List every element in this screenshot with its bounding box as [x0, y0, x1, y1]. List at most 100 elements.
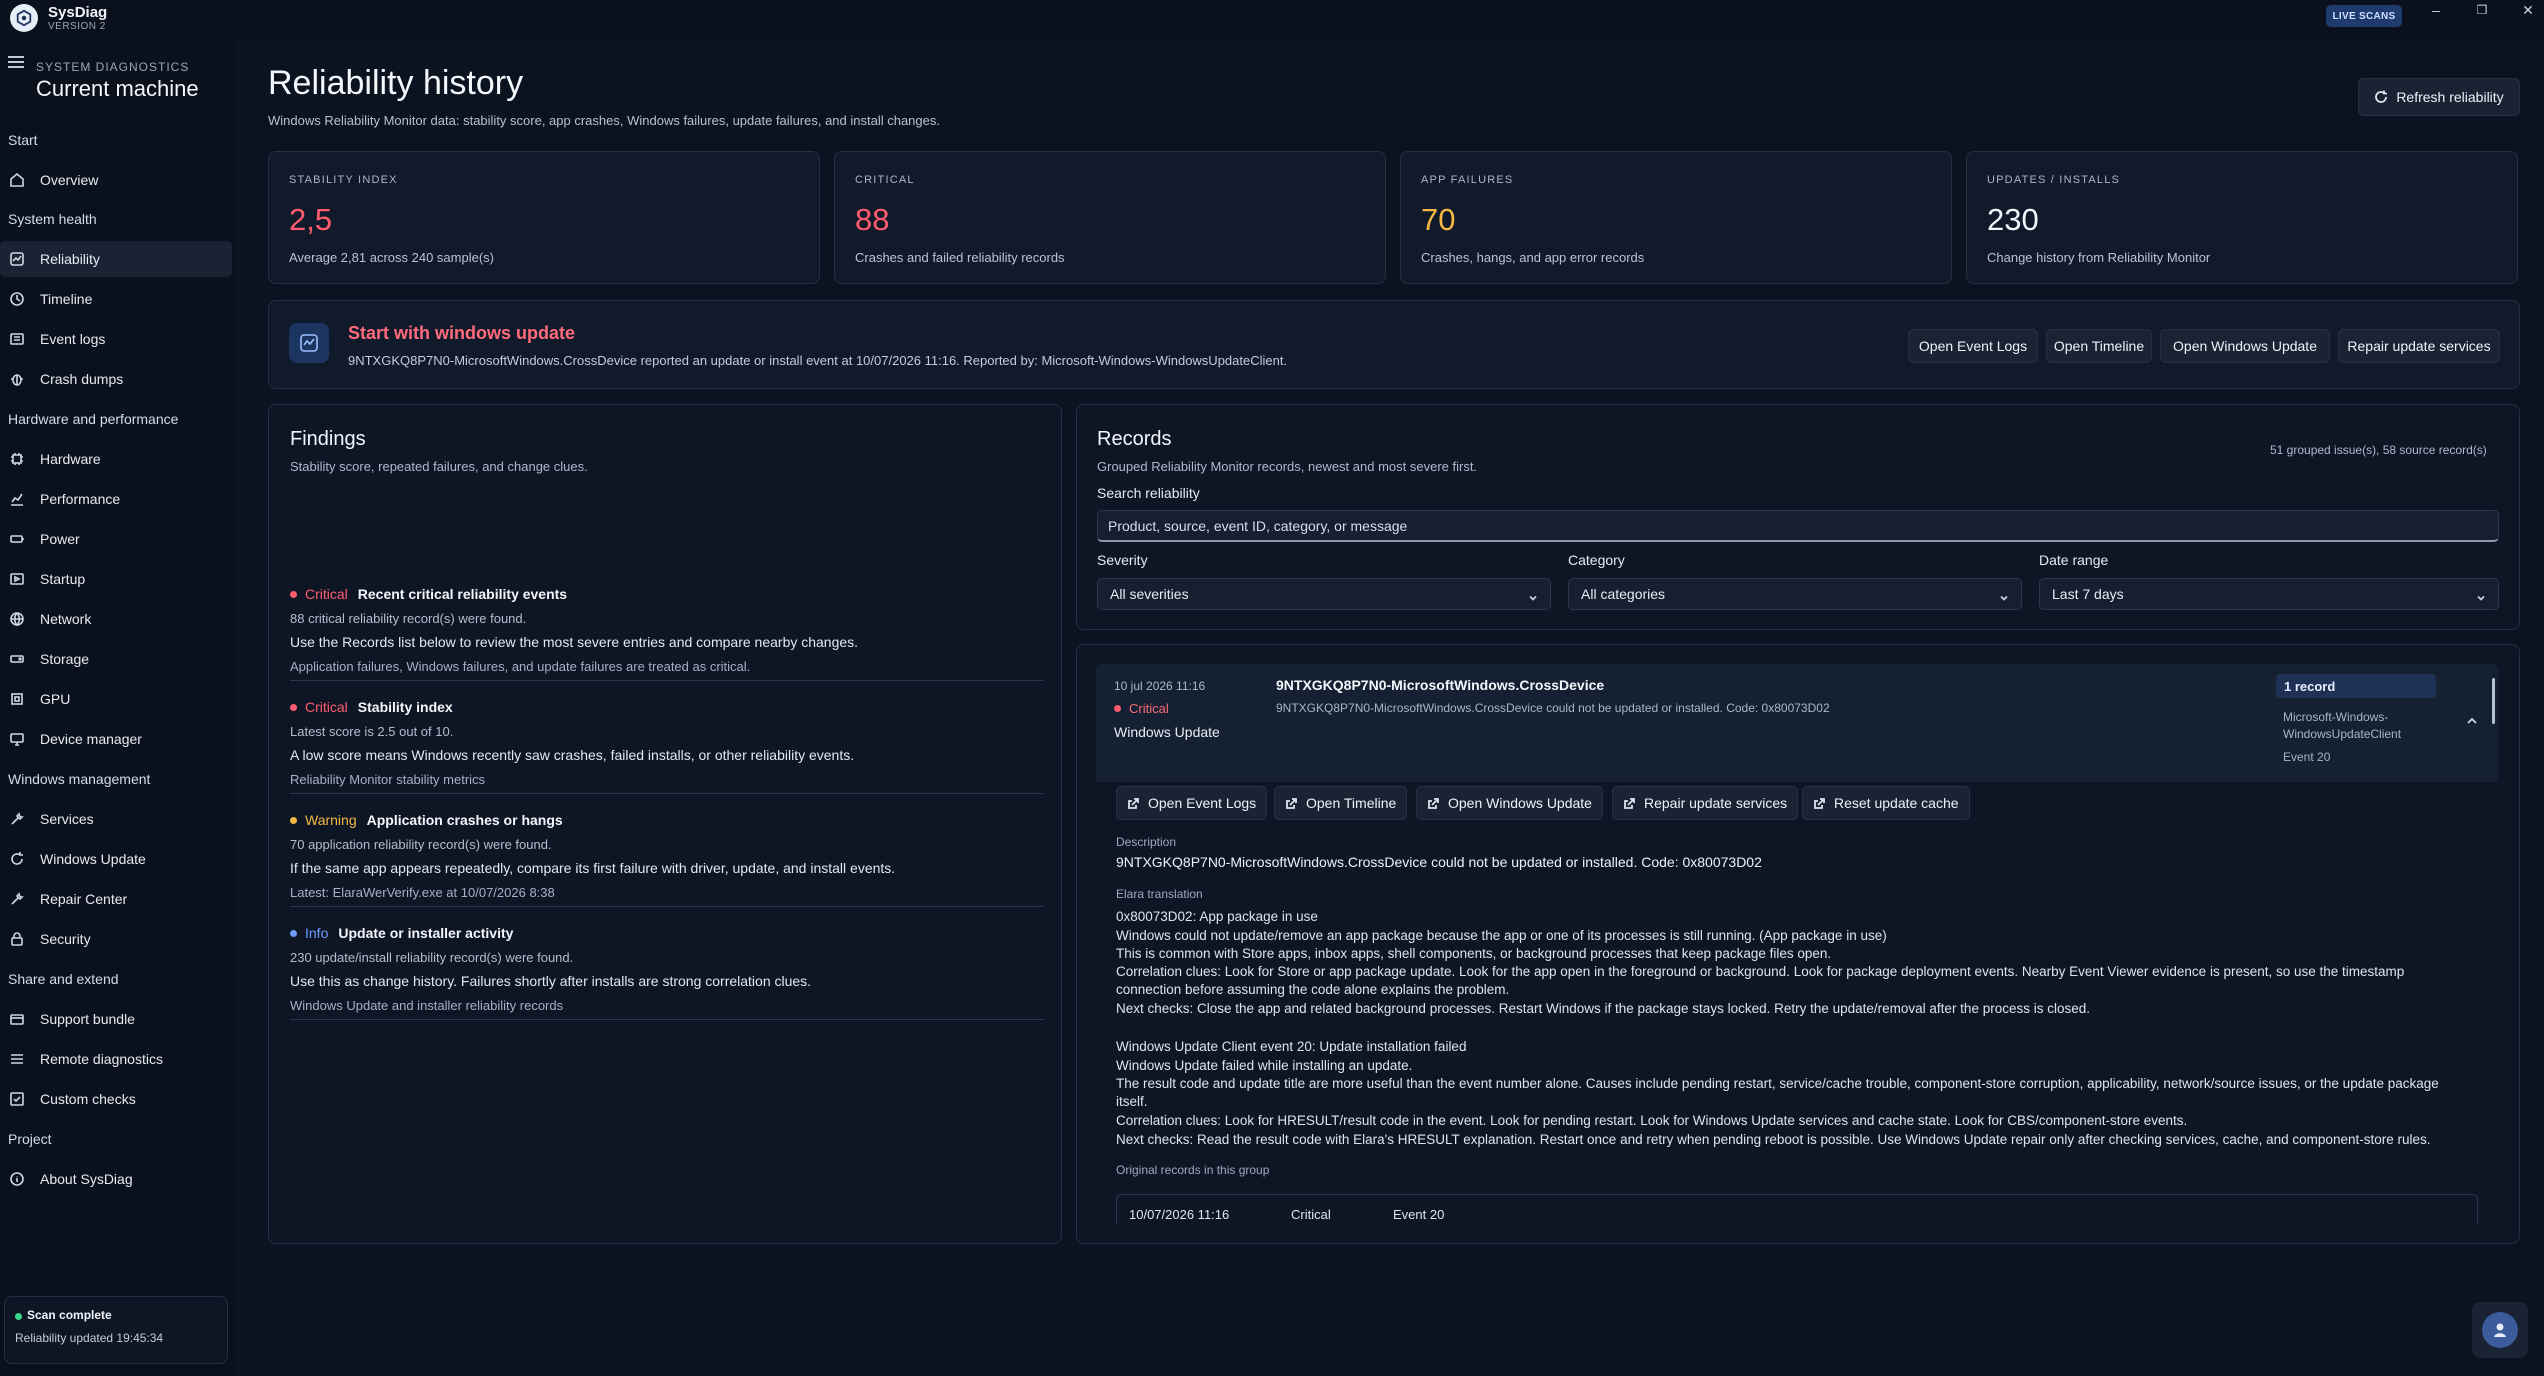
record-reset-update-cache-button[interactable]: Reset update cache	[1802, 786, 1970, 820]
finding-advice: If the same app appears repeatedly, comp…	[290, 860, 896, 876]
sidebar-item-network[interactable]: Network	[0, 601, 232, 637]
record-open-event-logs-button[interactable]: Open Event Logs	[1116, 786, 1268, 820]
sidebar-item-storage[interactable]: Storage	[0, 641, 232, 677]
sidebar-item-power[interactable]: Power	[0, 521, 232, 557]
sidebar-item-device-manager[interactable]: Device manager	[0, 721, 232, 757]
search-input[interactable]: Product, source, event ID, category, or …	[1097, 510, 2499, 542]
external-link-icon	[1814, 797, 1825, 809]
sidebar-item-label: Overview	[40, 172, 99, 188]
category-select[interactable]: All categories	[1568, 578, 2022, 610]
finding-detail: Reliability Monitor stability metrics	[290, 772, 486, 787]
sidebar-item-reliability[interactable]: Reliability	[0, 241, 232, 277]
device-icon	[8, 730, 26, 748]
sidebar-item-startup[interactable]: Startup	[0, 561, 232, 597]
banner-text: 9NTXGKQ8P7N0-MicrosoftWindows.CrossDevic…	[348, 353, 1288, 368]
scan-status-card: Scan complete Reliability updated 19:45:…	[4, 1296, 228, 1364]
activity-chart-icon	[289, 323, 329, 363]
sidebar-item-repair-center[interactable]: Repair Center	[0, 881, 232, 917]
severity-dot-icon	[1114, 705, 1121, 712]
close-icon[interactable]: ✕	[2508, 0, 2544, 20]
sidebar-item-label: Timeline	[40, 291, 93, 307]
sidebar-item-label: Services	[40, 811, 94, 827]
record-repair-update-services-button[interactable]: Repair update services	[1612, 786, 1799, 820]
stat-value: 2,5	[289, 202, 333, 237]
banner-open-windows-update-button[interactable]: Open Windows Update	[2160, 329, 2330, 363]
banner-repair-update-services-button[interactable]: Repair update services	[2338, 329, 2500, 363]
sidebar-section-windows-management: Windows management	[8, 771, 151, 787]
stat-card-critical: CRITICAL 88 Crashes and failed reliabili…	[834, 151, 1386, 284]
external-link-icon	[1624, 797, 1635, 809]
sidebar-item-performance[interactable]: Performance	[0, 481, 232, 517]
refresh-reliability-button[interactable]: Refresh reliability	[2358, 78, 2520, 116]
finding-title: Application crashes or hangs	[366, 812, 563, 828]
sidebar-item-services[interactable]: Services	[0, 801, 232, 837]
live-scans-badge[interactable]: LIVE SCANS	[2326, 5, 2402, 27]
record-scrollbar[interactable]	[2492, 678, 2495, 724]
record-date: 10 jul 2026 11:16	[1114, 679, 1206, 693]
minimize-icon[interactable]: –	[2416, 0, 2456, 20]
sidebar-item-crash-dumps[interactable]: Crash dumps	[0, 361, 232, 397]
sidebar-item-timeline[interactable]: Timeline	[0, 281, 232, 317]
finding-detail: Latest: ElaraWerVerify.exe at 10/07/2026…	[290, 885, 555, 900]
sidebar-section-share: Share and extend	[8, 971, 119, 987]
external-link-icon	[1128, 797, 1139, 809]
sidebar-eyebrow: SYSTEM DIAGNOSTICS	[36, 60, 190, 74]
finding-count: Latest score is 2.5 out of 10.	[290, 724, 454, 739]
banner-open-event-logs-button[interactable]: Open Event Logs	[1908, 329, 2038, 363]
sidebar-item-custom-checks[interactable]: Custom checks	[0, 1081, 232, 1117]
chevron-up-icon[interactable]	[2466, 714, 2480, 728]
records-subtitle: Grouped Reliability Monitor records, new…	[1097, 459, 1478, 474]
maximize-icon[interactable]: ❐	[2462, 0, 2502, 20]
external-link-icon	[1286, 797, 1297, 809]
stat-label: APP FAILURES	[1421, 174, 1514, 186]
finding-title: Update or installer activity	[338, 925, 514, 941]
finding-divider	[290, 793, 1044, 794]
sidebar-item-hardware[interactable]: Hardware	[0, 441, 232, 477]
record-open-timeline-button[interactable]: Open Timeline	[1274, 786, 1408, 820]
stat-label: STABILITY INDEX	[289, 174, 398, 186]
sidebar-item-about[interactable]: About SysDiag	[0, 1161, 232, 1197]
hamburger-menu-icon[interactable]	[8, 56, 24, 68]
assistant-button[interactable]	[2472, 1302, 2528, 1358]
scan-status-subtitle: Reliability updated 19:45:34	[15, 1331, 164, 1345]
finding-severity: Warning	[305, 812, 357, 828]
original-row-event: Event 20	[1393, 1207, 1445, 1222]
severity-select[interactable]: All severities	[1097, 578, 1551, 610]
sidebar-item-remote-diagnostics[interactable]: Remote diagnostics	[0, 1041, 232, 1077]
translation-line: Correlation clues: Look for HRESULT/resu…	[1116, 1113, 2188, 1128]
sidebar-item-gpu[interactable]: GPU	[0, 681, 232, 717]
sidebar-item-event-logs[interactable]: Event logs	[0, 321, 232, 357]
record-action-label: Repair update services	[1644, 795, 1788, 811]
records-count: 51 grouped issue(s), 58 source record(s)	[2270, 443, 2487, 457]
sidebar-item-windows-update[interactable]: Windows Update	[0, 841, 232, 877]
record-row-header[interactable]: 10 jul 2026 11:16 Critical Windows Updat…	[1096, 664, 2498, 782]
stat-note: Average 2,81 across 240 sample(s)	[289, 250, 494, 265]
checklist-icon	[8, 1090, 26, 1108]
sidebar-item-label: Startup	[40, 571, 86, 587]
chip-icon	[8, 450, 26, 468]
sidebar-title: Current machine	[36, 76, 199, 101]
date-range-select[interactable]: Last 7 days	[2039, 578, 2499, 610]
finding-count: 88 critical reliability record(s) were f…	[290, 611, 527, 626]
stat-value: 230	[1987, 202, 2039, 237]
translation-line: This is common with Store apps, inbox ap…	[1116, 946, 1832, 961]
finding-title: Stability index	[357, 699, 453, 715]
status-dot-icon	[15, 1313, 22, 1320]
original-row-severity: Critical	[1291, 1207, 1331, 1222]
stat-card-app-failures: APP FAILURES 70 Crashes, hangs, and app …	[1400, 151, 1952, 284]
banner-open-timeline-button[interactable]: Open Timeline	[2046, 329, 2152, 363]
record-severity-wrap: Critical	[1114, 701, 1169, 716]
sidebar-item-security[interactable]: Security	[0, 921, 232, 957]
findings-title: Findings	[290, 428, 366, 450]
record-open-windows-update-button[interactable]: Open Windows Update	[1416, 786, 1603, 820]
reliability-chart-icon	[8, 250, 26, 268]
repair-icon	[8, 890, 26, 908]
date-range-select-value: Last 7 days	[2052, 586, 2124, 602]
chevron-down-icon	[1999, 590, 2009, 601]
records-title: Records	[1097, 428, 1172, 450]
search-label: Search reliability	[1097, 485, 1200, 501]
chevron-down-icon	[2476, 590, 2486, 601]
sidebar-item-support-bundle[interactable]: Support bundle	[0, 1001, 232, 1037]
event-log-icon	[8, 330, 26, 348]
sidebar-item-overview[interactable]: Overview	[0, 162, 232, 198]
